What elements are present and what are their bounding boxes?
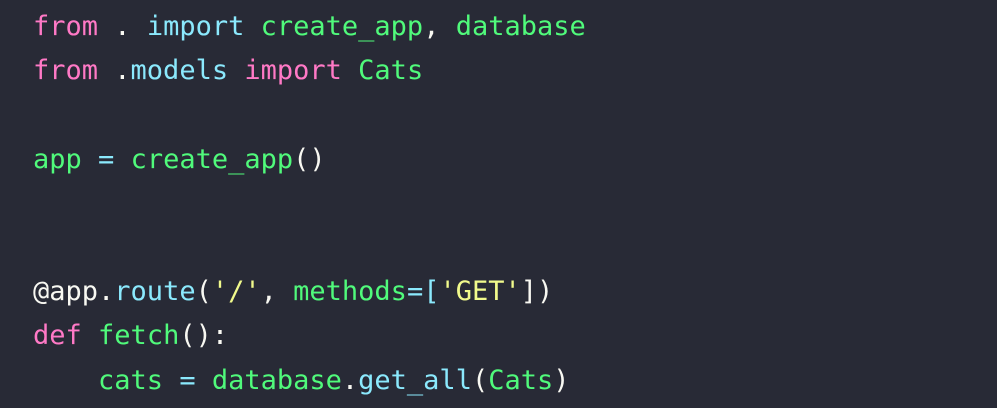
code-token: route	[114, 276, 196, 308]
code-token: from	[33, 55, 99, 87]
code-token: =	[81, 143, 131, 175]
code-token: import	[244, 55, 342, 87]
code-line[interactable]: cats = database.get_all(Cats)	[33, 359, 997, 403]
code-line[interactable]: def fetch():	[33, 314, 997, 358]
code-token: .	[98, 55, 131, 87]
code-token: .	[341, 364, 359, 396]
code-token: ,	[260, 276, 294, 308]
code-token: (	[471, 364, 489, 396]
code-token: database	[211, 364, 342, 396]
code-line[interactable]: from . import create_app, database	[33, 5, 997, 49]
code-token: cats	[98, 364, 164, 396]
code-token: ,	[423, 11, 456, 42]
code-token: Cats	[358, 55, 424, 87]
code-token: ])	[520, 276, 554, 308]
code-token: def	[33, 320, 82, 352]
code-token: '/'	[211, 276, 261, 308]
code-token: models	[130, 55, 229, 87]
code-line[interactable]: app = create_app()	[33, 138, 997, 182]
code-line[interactable]: @app.route('/', methods=['GET'])	[33, 270, 997, 314]
code-token: database	[455, 11, 586, 42]
code-editor[interactable]: from . import create_app, database from .…	[0, 0, 997, 408]
code-line[interactable]	[33, 182, 997, 226]
code-token: import	[146, 11, 245, 42]
code-token: .	[98, 11, 147, 42]
code-token: ()	[293, 143, 326, 175]
code-token: create_app	[260, 11, 424, 42]
code-line[interactable]: from .models import Cats	[33, 49, 997, 93]
code-token: Cats	[488, 364, 554, 396]
code-token: fetch	[98, 320, 180, 352]
code-token: (	[195, 276, 212, 308]
code-token: 'GET'	[439, 276, 521, 308]
code-token: from	[33, 11, 99, 42]
code-token: get_all	[358, 364, 472, 396]
code-token: methods	[293, 276, 407, 308]
code-token: )	[553, 364, 570, 396]
code-token: .	[98, 276, 115, 308]
code-line[interactable]	[33, 93, 997, 137]
code-token: @app	[33, 276, 99, 308]
code-token: ():	[179, 320, 229, 352]
code-line[interactable]	[33, 226, 997, 270]
code-token: app	[33, 143, 82, 175]
code-token: =[	[406, 276, 440, 308]
code-token: =	[163, 364, 212, 396]
code-token: create_app	[130, 143, 294, 175]
